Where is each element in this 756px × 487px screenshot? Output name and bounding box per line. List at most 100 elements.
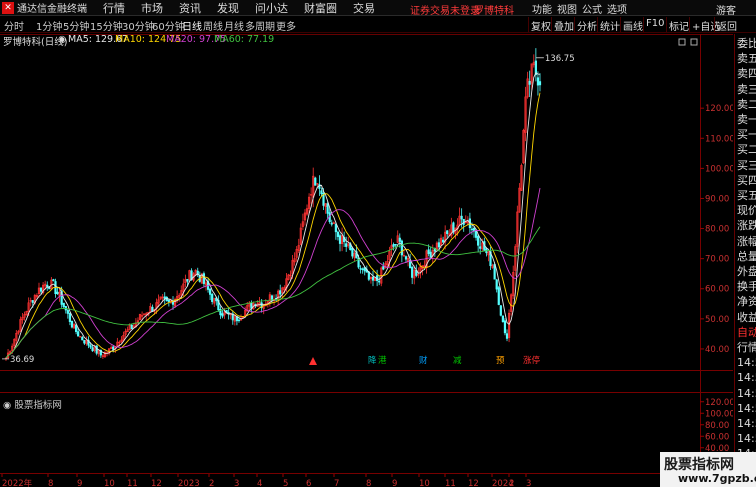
candle-body (91, 347, 94, 352)
title-bar: ✕ 通达信金融终端 行情 市场 资讯 发现 问小达 财富圈 交易 证券交易未登录… (0, 0, 756, 17)
quote-panel: 委比卖五卖四卖三卖二卖一买一买二买三买四买五现价涨跌涨幅总量外盘换手净资收益自动… (734, 34, 756, 487)
menu-news[interactable]: 资讯 (179, 0, 201, 16)
period-daily[interactable]: 日线 (182, 18, 202, 33)
kline-chart[interactable]: 120.00 110.00 100.00 90.00 80.00 70.00 60.00 50… (0, 34, 733, 487)
period-monthly[interactable]: 月线 (224, 18, 244, 33)
period-60min[interactable]: 60分钟 (152, 18, 185, 33)
x-tick-label: 11 (445, 479, 456, 487)
candle-body (398, 237, 401, 242)
x-tick-label: 8 (48, 479, 53, 487)
event-marker: 预 (496, 355, 505, 366)
x-tick-label: 2023 (178, 479, 200, 487)
quote-panel-label: 14:5 (737, 417, 756, 430)
candle-body (336, 231, 340, 237)
quote-panel-label: 卖三 (737, 82, 756, 96)
app-title: 通达信金融终端 (17, 4, 87, 15)
x-tick-label: 7 (334, 479, 339, 487)
analysis-button[interactable]: 分析 (574, 17, 599, 33)
period-intraday[interactable]: 分时 (4, 18, 24, 33)
back-button[interactable]: 返回 (714, 17, 739, 33)
quote-panel-label: 买二 (737, 143, 756, 157)
menu-ask[interactable]: 问小达 (255, 0, 288, 16)
quote-panel-label: 14:5 (737, 401, 756, 415)
period-15min[interactable]: 15分钟 (90, 18, 123, 33)
y-tick-label: 90.00 (705, 194, 729, 204)
candle-body (536, 77, 540, 86)
draw-line-button[interactable]: 画线 (620, 17, 645, 33)
candle-body (427, 249, 430, 254)
sub-y-tick-label: 100.00 (705, 409, 733, 419)
period-more[interactable]: 更多 (276, 18, 296, 33)
ma-toggle-icon[interactable]: ◉ (58, 34, 66, 45)
guest-label[interactable]: 游客 (716, 2, 736, 17)
candle-body (39, 287, 43, 292)
candle-body (382, 266, 385, 270)
menu-quotes[interactable]: 行情 (103, 0, 125, 16)
quote-panel-label: 买三 (737, 158, 756, 172)
indicator-toggle-icon[interactable]: ◉ (3, 400, 11, 411)
statistics-button[interactable]: 统计 (597, 17, 622, 33)
candle-body (441, 239, 445, 243)
candle-body (314, 177, 317, 186)
candle-body (479, 246, 482, 249)
quote-panel-label: 卖二 (737, 97, 756, 111)
menu-view[interactable]: 视图 (557, 1, 577, 16)
menu-formula[interactable]: 公式 (582, 1, 602, 16)
login-notice[interactable]: 证券交易未登录 (410, 2, 480, 17)
candle-body (394, 244, 397, 246)
x-tick-label: 12 (151, 479, 162, 487)
candle-body (77, 331, 80, 337)
x-tick-label: 10 (419, 479, 430, 487)
period-1min[interactable]: 1分钟 (36, 18, 62, 33)
event-marker: 涨停 (523, 355, 541, 366)
ma60-value: MA60: 77.19 (214, 34, 275, 45)
candle-body (359, 268, 362, 270)
candle-body (52, 279, 55, 282)
menu-options[interactable]: 选项 (607, 1, 627, 16)
x-tick-label: 9 (392, 479, 397, 487)
period-multi[interactable]: 多周期 (245, 18, 275, 33)
candle-body (392, 244, 395, 247)
quote-panel-label: 卖四 (737, 67, 756, 81)
quote-panel-label: 行情 (737, 341, 756, 354)
candle-body (112, 346, 115, 350)
y-tick-label: 70.00 (705, 255, 729, 265)
period-5min[interactable]: 5分钟 (63, 18, 89, 33)
menu-discover[interactable]: 发现 (217, 0, 239, 16)
candle-body (279, 290, 282, 295)
f10-button[interactable]: F10 (643, 17, 666, 32)
quote-panel-label: 自动 (737, 325, 756, 339)
candle-body (495, 279, 498, 290)
high-price-label: 136.75 (545, 54, 575, 64)
candle-body (400, 240, 403, 256)
quote-panel-label: 净资 (737, 295, 756, 309)
candle-body (528, 80, 531, 85)
candle-body (334, 223, 337, 233)
candle-body (70, 320, 74, 328)
mark-button[interactable]: 标记 (666, 17, 691, 33)
overlay-button[interactable]: 叠加 (551, 17, 576, 33)
quote-panel-label: 卖五 (737, 52, 756, 66)
candle-body (202, 273, 206, 284)
y-tick-label: 100.00 (705, 164, 733, 174)
candle-body (429, 251, 432, 258)
adjust-button[interactable]: 复权 (528, 17, 553, 33)
candle-body (68, 312, 72, 322)
y-tick-label: 60.00 (705, 285, 729, 295)
indicator-pane-name: 股票指标网 (14, 400, 62, 411)
candle-body (209, 288, 212, 295)
menu-market[interactable]: 市场 (141, 0, 163, 16)
period-30min[interactable]: 30分钟 (122, 18, 155, 33)
period-weekly[interactable]: 周线 (203, 18, 223, 33)
menu-trade[interactable]: 交易 (353, 0, 375, 16)
menu-function[interactable]: 功能 (532, 1, 552, 16)
event-marker: 降 (368, 355, 377, 366)
sub-y-tick-label: 80.00 (705, 421, 729, 431)
quote-panel-label: 收益 (737, 310, 756, 324)
y-tick-label: 80.00 (705, 225, 729, 235)
candle-body (221, 313, 224, 317)
event-marker-triangle (309, 357, 317, 365)
x-tick-label: 6 (306, 479, 311, 487)
menu-wealth[interactable]: 财富圈 (304, 0, 337, 16)
y-tick-label: 40.00 (705, 345, 729, 355)
